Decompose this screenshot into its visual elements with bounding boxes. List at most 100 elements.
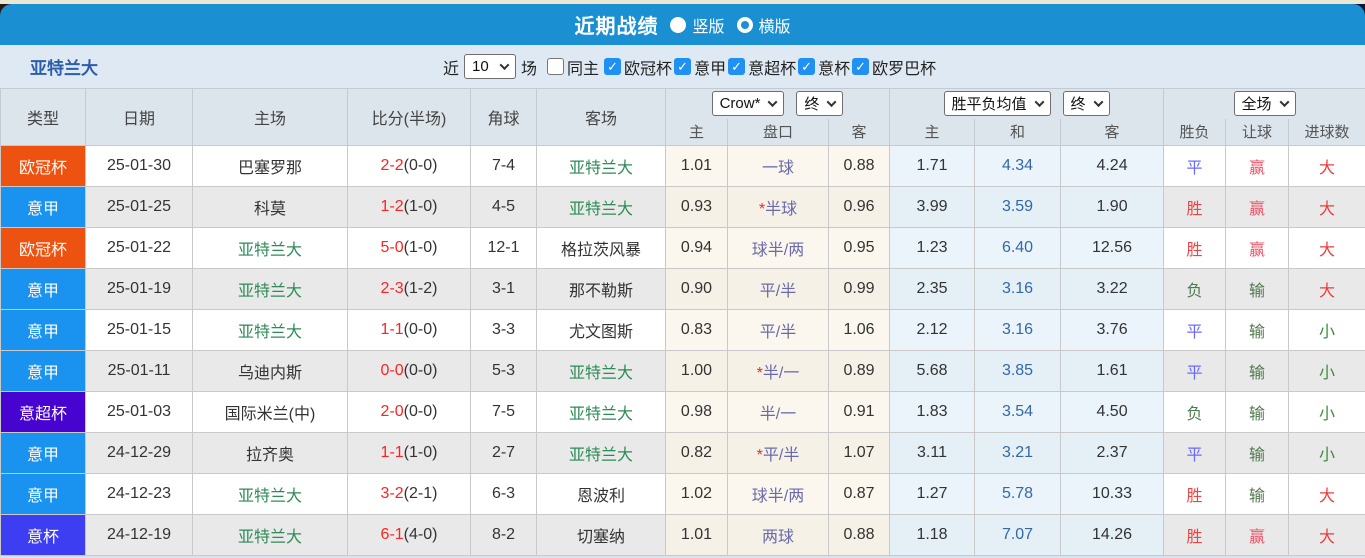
layout-radio-vertical[interactable]: 竖版 — [670, 13, 724, 37]
cell-odds-home: 1.00 — [666, 351, 728, 392]
cell-odds-away: 0.88 — [829, 515, 890, 556]
col-odds-home: 主 — [666, 119, 728, 146]
league-checkbox[interactable] — [728, 58, 745, 75]
cell-corner: 12-1 — [471, 228, 537, 269]
score-fulltime: 0-0 — [381, 362, 404, 379]
score-fulltime: 3-2 — [381, 485, 404, 502]
league-checkbox[interactable] — [798, 58, 815, 75]
cell-odds-home: 1.01 — [666, 515, 728, 556]
cell-league-type: 意甲 — [1, 269, 86, 310]
odds-time-select[interactable]: 终 — [796, 91, 843, 116]
cell-handicap: 两球 — [728, 515, 829, 556]
score-fulltime: 2-3 — [381, 280, 404, 297]
cell-away-team: 格拉茨风暴 — [537, 228, 666, 269]
scope-select[interactable]: 全场 — [1234, 91, 1296, 116]
league-label: 欧罗巴杯 — [872, 55, 936, 79]
cell-avg-away: 3.76 — [1061, 310, 1164, 351]
cell-avg-home: 2.12 — [890, 310, 975, 351]
cell-score: 3-2(2-1) — [348, 474, 471, 515]
handicap-value: 半/一 — [760, 406, 796, 423]
cell-avg-draw: 3.16 — [975, 269, 1061, 310]
avg-type-select[interactable]: 胜平负均值 — [944, 91, 1051, 116]
cell-avg-away: 4.50 — [1061, 392, 1164, 433]
games-label: 场 — [521, 55, 537, 79]
topbar-zone: 近期战绩 竖版 横版 — [0, 4, 1365, 45]
cell-result-goals: 小 — [1289, 433, 1365, 474]
cell-result-handicap: 赢 — [1226, 228, 1289, 269]
cell-handicap: *半/一 — [728, 351, 829, 392]
league-filter[interactable]: 意甲 — [674, 55, 726, 79]
league-filter[interactable]: 欧冠杯 — [604, 55, 672, 79]
cell-away-team: 恩波利 — [537, 474, 666, 515]
col-let: 让球 — [1226, 119, 1289, 146]
cell-avg-home: 1.18 — [890, 515, 975, 556]
cell-date: 25-01-19 — [86, 269, 193, 310]
cell-avg-away: 12.56 — [1061, 228, 1164, 269]
cell-result-handicap: 输 — [1226, 351, 1289, 392]
cell-avg-away: 2.37 — [1061, 433, 1164, 474]
same-home-checkbox[interactable] — [547, 58, 564, 75]
cell-handicap: 平/半 — [728, 310, 829, 351]
score-halftime: (1-2) — [404, 280, 438, 297]
cell-league-type: 意甲 — [1, 433, 86, 474]
league-filter[interactable]: 意杯 — [798, 55, 850, 79]
cell-odds-away: 0.91 — [829, 392, 890, 433]
score-halftime: (2-1) — [404, 485, 438, 502]
team-name: 亚特兰大 — [30, 54, 98, 79]
cell-odds-away: 0.87 — [829, 474, 890, 515]
radio-horizontal-label: 横版 — [759, 13, 791, 37]
cell-home-team: 亚特兰大 — [193, 515, 348, 556]
radio-horizontal-icon[interactable] — [737, 17, 753, 33]
col-avg-home: 主 — [890, 119, 975, 146]
cell-result-handicap: 赢 — [1226, 515, 1289, 556]
cell-avg-away: 1.90 — [1061, 187, 1164, 228]
layout-radio-horizontal[interactable]: 横版 — [737, 13, 791, 37]
cell-corner: 4-5 — [471, 187, 537, 228]
cell-away-team: 亚特兰大 — [537, 146, 666, 187]
bookmaker-select[interactable]: Crow* — [712, 91, 785, 116]
score-fulltime: 5-0 — [381, 239, 404, 256]
score-fulltime: 1-2 — [381, 198, 404, 215]
cell-date: 24-12-19 — [86, 515, 193, 556]
cell-result-wdl: 平 — [1164, 146, 1226, 187]
league-filter[interactable]: 意超杯 — [728, 55, 796, 79]
table-row: 意甲 24-12-23 亚特兰大 3-2(2-1) 6-3 恩波利 1.02 球… — [1, 474, 1365, 515]
cell-handicap: *平/半 — [728, 433, 829, 474]
cell-avg-home: 2.35 — [890, 269, 975, 310]
cell-odds-home: 0.90 — [666, 269, 728, 310]
cell-avg-draw: 4.34 — [975, 146, 1061, 187]
cell-avg-draw: 3.54 — [975, 392, 1061, 433]
handicap-value: 球半/两 — [752, 488, 804, 505]
cell-home-team: 拉齐奥 — [193, 433, 348, 474]
league-checkbox[interactable] — [852, 58, 869, 75]
scope-value: 全场 — [1242, 93, 1272, 114]
results-table: 类型 日期 主场 比分(半场) 角球 客场 Crow* 终 — [0, 88, 1365, 556]
league-checkbox[interactable] — [604, 58, 621, 75]
cell-date: 24-12-29 — [86, 433, 193, 474]
radio-vertical-icon[interactable] — [670, 17, 686, 33]
cell-league-type: 意甲 — [1, 310, 86, 351]
avg-time-select[interactable]: 终 — [1063, 91, 1110, 116]
cell-date: 25-01-25 — [86, 187, 193, 228]
cell-odds-home: 0.98 — [666, 392, 728, 433]
cell-score: 1-1(0-0) — [348, 310, 471, 351]
cell-corner: 3-1 — [471, 269, 537, 310]
cell-result-handicap: 输 — [1226, 310, 1289, 351]
same-home-filter[interactable]: 同主 — [547, 55, 599, 79]
recent-label: 近 — [443, 55, 459, 79]
score-halftime: (1-0) — [404, 239, 438, 256]
chevron-down-icon — [1093, 97, 1103, 107]
same-home-label: 同主 — [567, 55, 599, 79]
cell-corner: 7-5 — [471, 392, 537, 433]
table-row: 欧冠杯 25-01-30 巴塞罗那 2-2(0-0) 7-4 亚特兰大 1.01… — [1, 146, 1365, 187]
cell-corner: 6-3 — [471, 474, 537, 515]
recent-count-select[interactable]: 10 — [464, 54, 516, 79]
league-checkbox[interactable] — [674, 58, 691, 75]
cell-league-type: 意甲 — [1, 474, 86, 515]
league-filter[interactable]: 欧罗巴杯 — [852, 55, 936, 79]
col-date: 日期 — [86, 89, 193, 146]
cell-date: 24-12-23 — [86, 474, 193, 515]
cell-avg-draw: 3.85 — [975, 351, 1061, 392]
table-row: 意甲 24-12-29 拉齐奥 1-1(1-0) 2-7 亚特兰大 0.82 *… — [1, 433, 1365, 474]
league-label: 意甲 — [694, 55, 726, 79]
